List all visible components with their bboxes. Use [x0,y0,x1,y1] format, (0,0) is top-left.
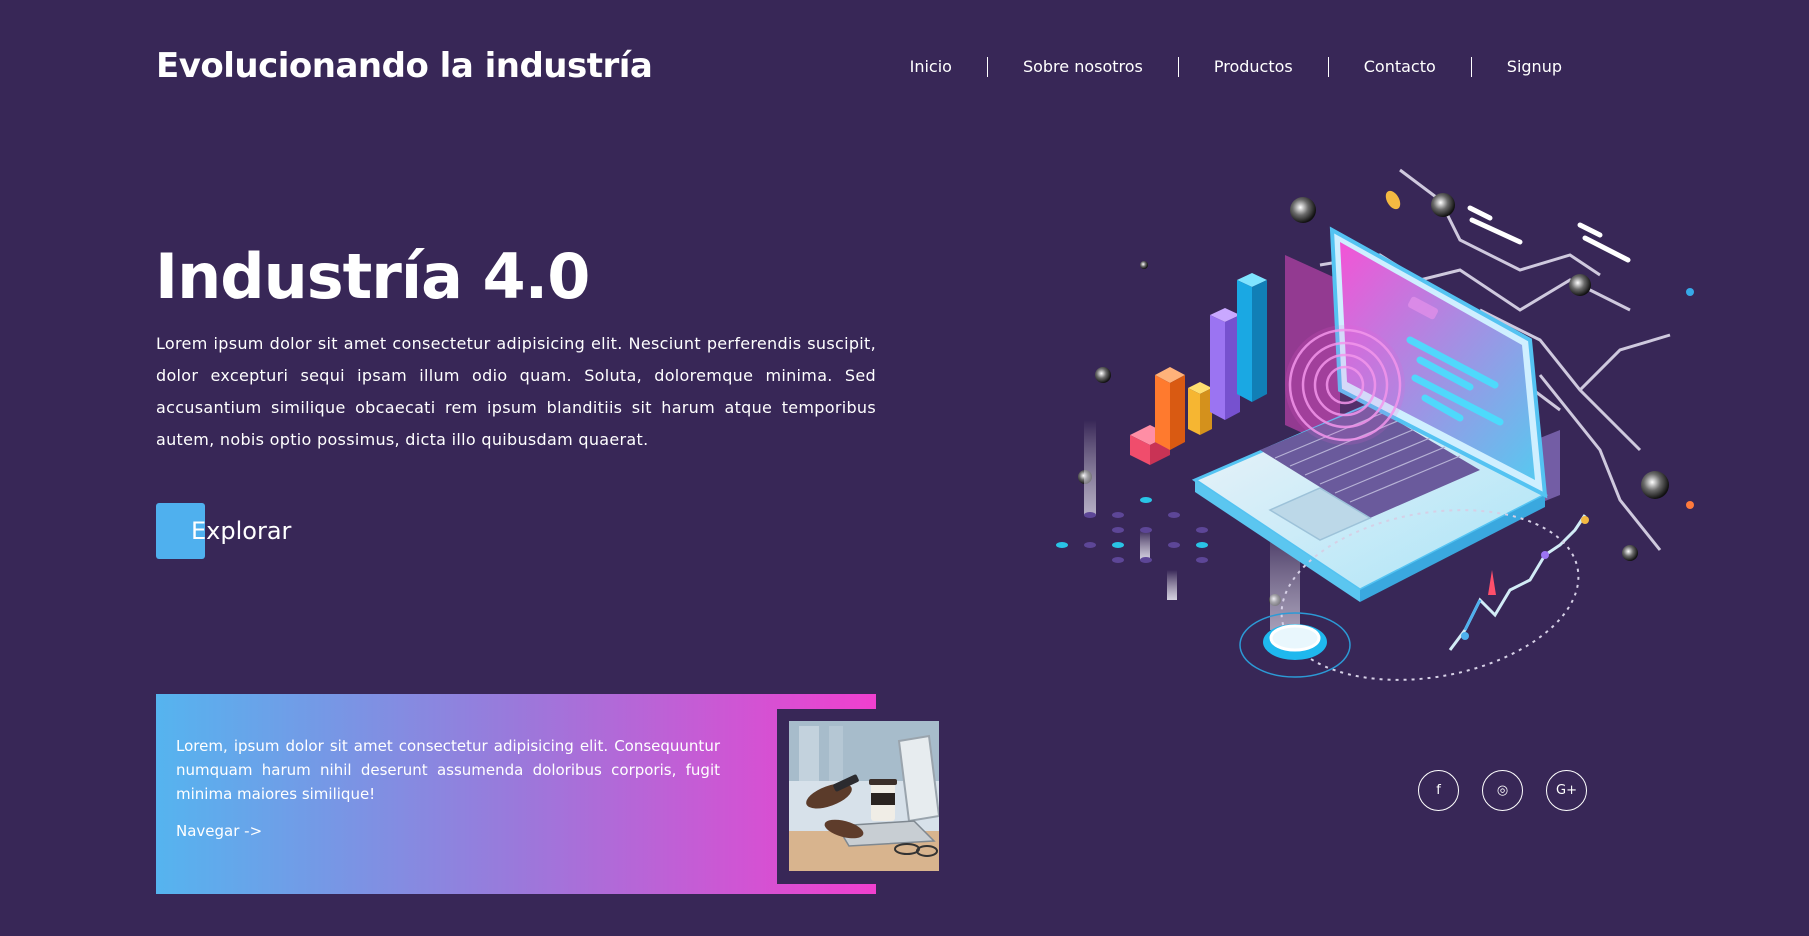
nav-item-signup[interactable]: Signup [1472,56,1562,78]
promo-card-text: Lorem, ipsum dolor sit amet consectetur … [176,737,720,803]
social-links: f ◎ G+ [1418,770,1587,811]
google-plus-icon[interactable]: G+ [1546,770,1587,811]
navigate-link[interactable]: Navegar -> [176,822,262,840]
nav-item-productos[interactable]: Productos [1179,56,1328,78]
facebook-icon[interactable]: f [1418,770,1459,811]
hero-title: Industría 4.0 [155,240,590,313]
laptop-photo [789,721,939,871]
explore-button-label: Explorar [191,517,292,545]
main-nav: Inicio Sobre nosotros Productos Contacto… [875,56,1562,78]
nav-item-contacto[interactable]: Contacto [1329,56,1471,78]
nav-item-inicio[interactable]: Inicio [875,56,987,78]
explore-button[interactable]: Explorar [156,503,291,559]
instagram-icon[interactable]: ◎ [1482,770,1523,811]
hero-description: Lorem ipsum dolor sit amet consectetur a… [156,334,876,449]
nav-item-sobre-nosotros[interactable]: Sobre nosotros [988,56,1178,78]
isometric-laptop-illustration [1040,150,1700,690]
site-title: Evolucionando la industría [156,46,653,86]
